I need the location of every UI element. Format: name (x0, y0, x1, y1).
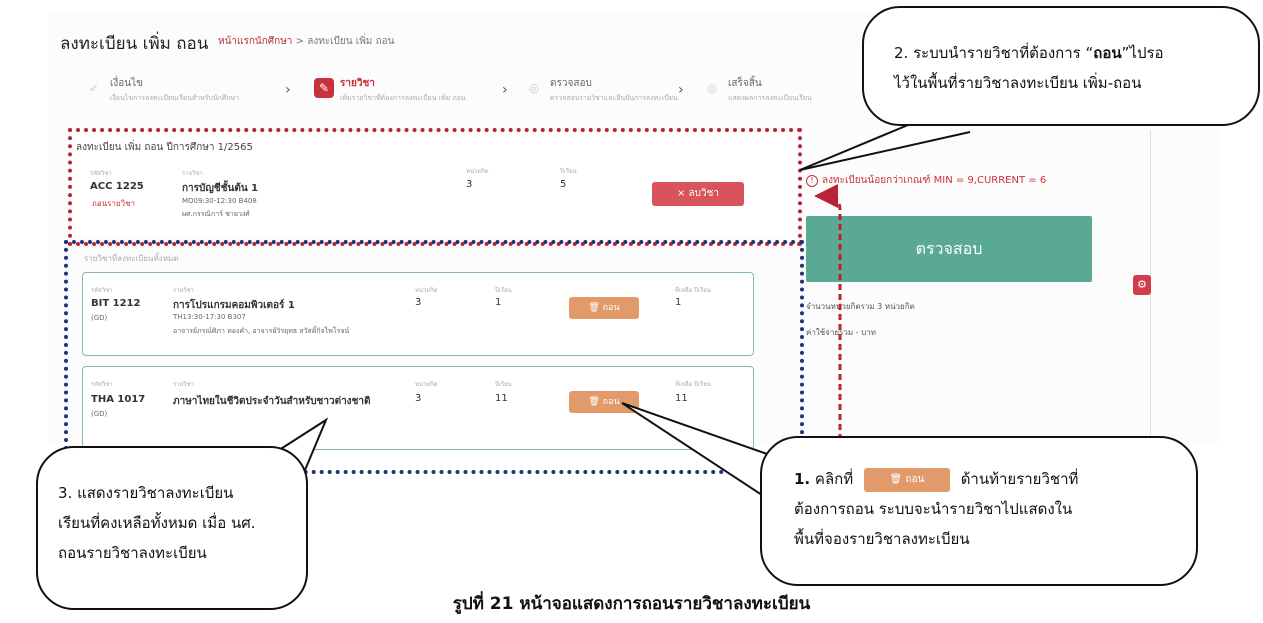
callout-2-pointer (799, 119, 971, 171)
callout-3-line3: ถอนรายวิชาลงทะเบียน (58, 544, 207, 562)
callout-3-line2: เรียนที่คงเหลือทั้งหมด เมื่อ นศ. (58, 514, 256, 532)
callout-1-line3: พื้นที่จองรายวิชาลงทะเบียน (794, 530, 970, 548)
callout-step-1: 1. คลิกที่ 🗑 ถอน ด้านท้ายรายวิชาที่ ต้อง… (760, 436, 1198, 586)
callout-3-line1: 3. แสดงรายวิชาลงทะเบียน (58, 484, 234, 502)
trash-icon: 🗑 (889, 473, 906, 485)
callout-2-line2: ไว้ในพื้นที่รายวิชาลงทะเบียน เพิ่ม-ถอน (894, 74, 1142, 92)
drop-button-sample: 🗑 ถอน (863, 467, 950, 492)
red-dashed-arrow (814, 184, 842, 440)
callout-2-line1: 2. ระบบนำรายวิชาที่ต้องการ “ถอน”ไปรอ (894, 44, 1164, 62)
callout-1-line2: ต้องการถอน ระบบจะนำรายวิชาไปแสดงใน (794, 500, 1073, 518)
figure-caption: รูปที่ 21 หน้าจอแสดงการถอนรายวิชาลงทะเบี… (452, 594, 811, 614)
callout-step-2: 2. ระบบนำรายวิชาที่ต้องการ “ถอน”ไปรอ ไว้… (862, 6, 1260, 126)
callout-step-3: 3. แสดงรายวิชาลงทะเบียน เรียนที่คงเหลือท… (36, 446, 308, 610)
callout-1-line1: 1. คลิกที่ 🗑 ถอน ด้านท้ายรายวิชาที่ (794, 464, 1196, 494)
